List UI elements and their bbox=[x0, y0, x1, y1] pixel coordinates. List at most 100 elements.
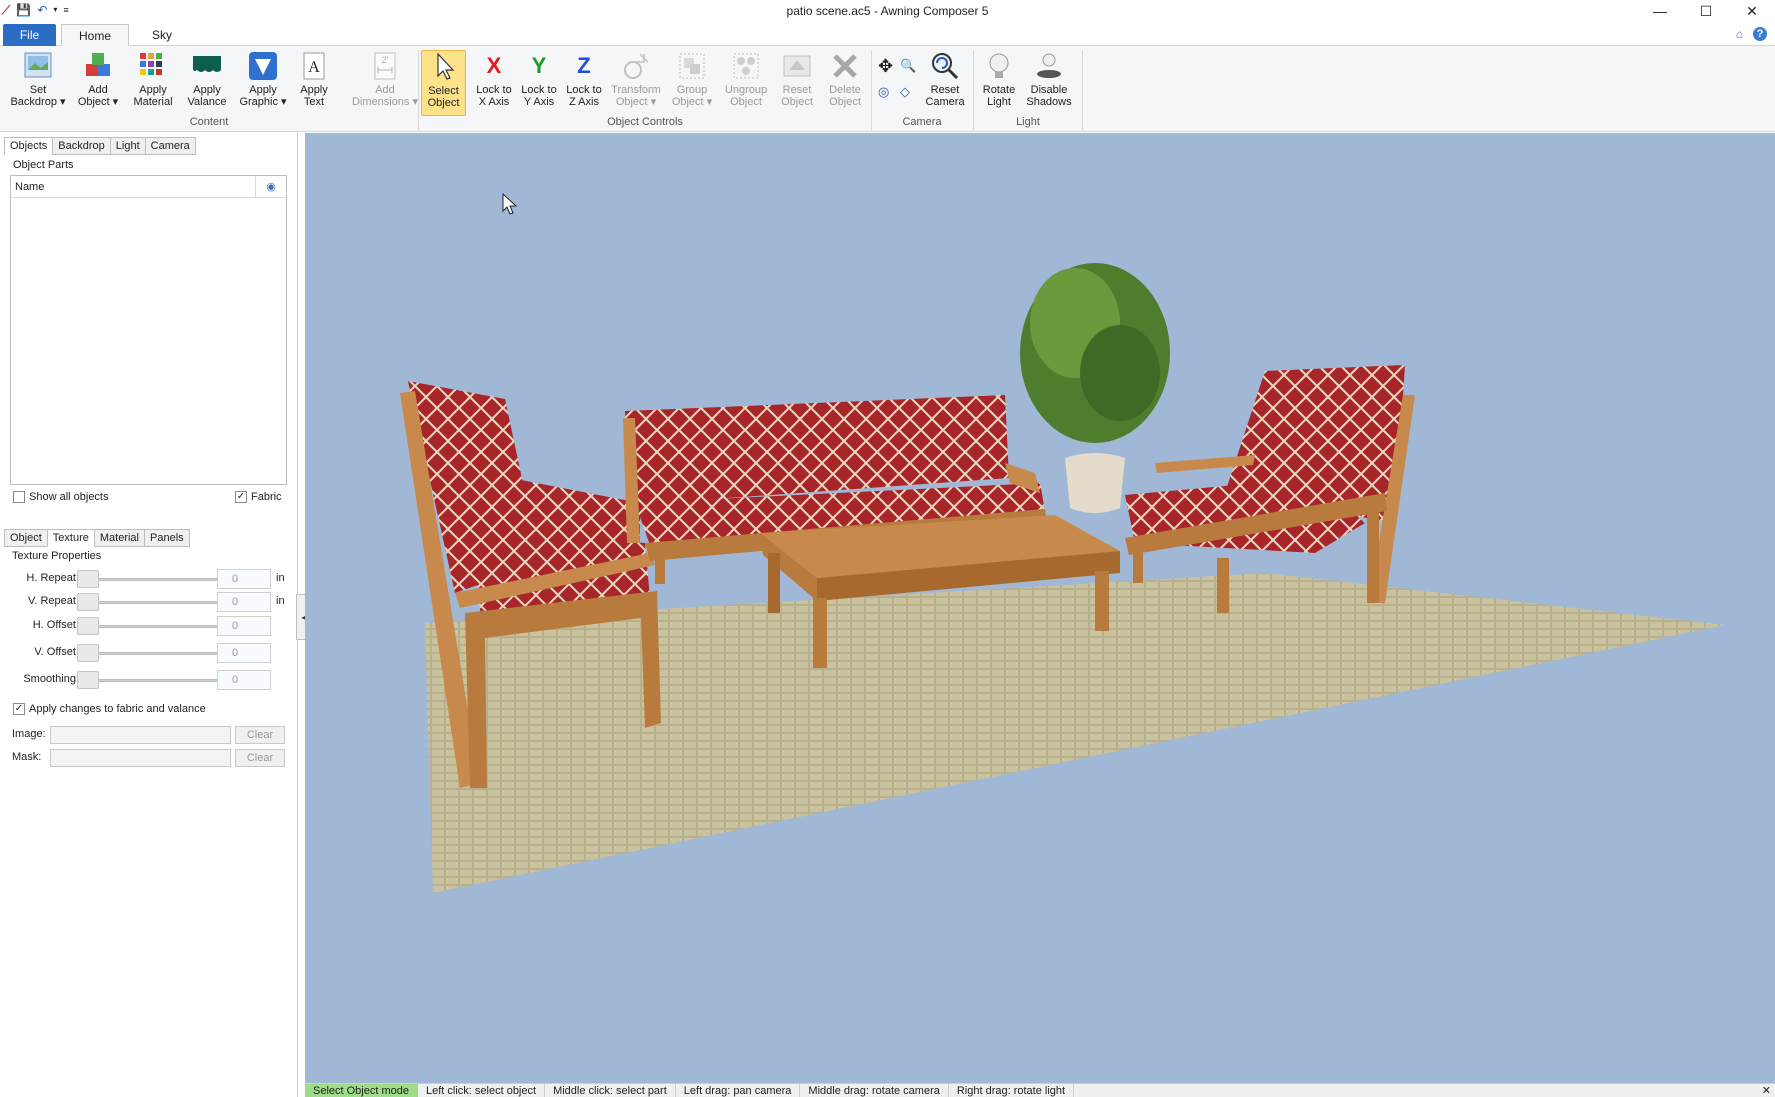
status-hint: Left click: select object bbox=[418, 1084, 546, 1097]
status-hint: Right drag: rotate light bbox=[949, 1084, 1075, 1097]
group-label-object-controls: Object Controls bbox=[607, 116, 683, 128]
apply-graphic-button[interactable]: Apply Graphic ▾ bbox=[238, 50, 288, 116]
status-hint: Left drag: pan camera bbox=[676, 1084, 801, 1097]
tab-objects[interactable]: Objects bbox=[4, 137, 54, 155]
column-header-name[interactable]: Name bbox=[11, 176, 256, 197]
add-object-button[interactable]: Add Object ▾ bbox=[74, 50, 122, 116]
slider-thumb[interactable] bbox=[77, 617, 99, 635]
slider-track[interactable] bbox=[88, 601, 223, 604]
ribbon: Set Backdrop ▾ Add Object ▾ Apply Material … bbox=[0, 46, 1775, 132]
slider-thumb[interactable] bbox=[77, 671, 99, 689]
material-swatches-icon bbox=[140, 53, 162, 75]
3d-viewport[interactable] bbox=[305, 133, 1775, 1083]
tab-light[interactable]: Light bbox=[109, 137, 146, 155]
smoothing-slider-row: Smoothing: 0 bbox=[10, 670, 290, 690]
h-offset-slider-row: H. Offset: 0 bbox=[10, 616, 290, 636]
view-icon[interactable]: ◇ bbox=[900, 84, 910, 100]
slider-thumb[interactable] bbox=[77, 593, 99, 611]
lock-y-axis-button[interactable]: Y Lock to Y Axis bbox=[516, 50, 562, 116]
window-title: patio scene.ac5 - Awning Composer 5 bbox=[786, 4, 989, 18]
tab-object[interactable]: Object bbox=[4, 529, 48, 547]
ungroup-object-button[interactable]: Ungroup Object bbox=[719, 50, 773, 116]
help-icon[interactable]: ? bbox=[1753, 27, 1767, 41]
fabric-checkbox[interactable]: ✓ Fabric bbox=[235, 491, 282, 503]
tab-backdrop[interactable]: Backdrop bbox=[52, 137, 111, 155]
lock-z-axis-button[interactable]: Z Lock to Z Axis bbox=[561, 50, 607, 116]
apply-changes-checkbox[interactable]: ✓ Apply changes to fabric and valance bbox=[13, 703, 206, 715]
scene-render[interactable] bbox=[305, 133, 1775, 1083]
valance-icon bbox=[193, 56, 221, 72]
add-dimensions-button[interactable]: 2' Add Dimensions ▾ bbox=[350, 50, 420, 116]
lock-x-axis-button[interactable]: X Lock to X Axis bbox=[471, 50, 517, 116]
status-mode: Select Object mode bbox=[305, 1084, 418, 1097]
close-button[interactable]: ✕ bbox=[1729, 0, 1775, 22]
slider-track[interactable] bbox=[88, 679, 223, 682]
disable-shadows-button[interactable]: Disable Shadows bbox=[1023, 50, 1075, 116]
mouse-cursor-icon bbox=[502, 192, 518, 215]
shadow-icon bbox=[1037, 53, 1061, 78]
visibility-eye-icon[interactable]: ◉ bbox=[256, 176, 286, 197]
slider-track[interactable] bbox=[88, 652, 223, 655]
delete-object-button[interactable]: Delete Object bbox=[821, 50, 869, 116]
pan-icon[interactable]: ✥ bbox=[878, 56, 893, 77]
smoothing-value[interactable]: 0 bbox=[217, 670, 271, 690]
group-object-button[interactable]: Group Object ▾ bbox=[666, 50, 718, 116]
mask-input[interactable] bbox=[50, 749, 231, 767]
apply-text-button[interactable]: A Apply Text bbox=[294, 50, 334, 116]
h-repeat-value[interactable]: 0 bbox=[217, 569, 271, 589]
reset-camera-button[interactable]: Reset Camera bbox=[921, 50, 969, 116]
slider-track[interactable] bbox=[88, 625, 223, 628]
group-separator bbox=[418, 50, 419, 130]
checkbox-box-checked: ✓ bbox=[235, 491, 247, 503]
slider-thumb[interactable] bbox=[77, 644, 99, 662]
checkbox-box-checked: ✓ bbox=[13, 703, 25, 715]
h-offset-value[interactable]: 0 bbox=[217, 616, 271, 636]
apply-valance-button[interactable]: Apply Valance bbox=[184, 50, 230, 116]
maximize-button[interactable]: ☐ bbox=[1683, 0, 1729, 22]
transform-object-button[interactable]: Transform Object ▾ bbox=[606, 50, 666, 116]
tab-camera[interactable]: Camera bbox=[144, 137, 196, 155]
slider-thumb[interactable] bbox=[77, 570, 99, 588]
title-bar: ⟋ 💾 ↶ ▾ ≡ patio scene.ac5 - Awning Compo… bbox=[0, 0, 1775, 22]
tab-file[interactable]: File bbox=[3, 24, 56, 46]
transform-icon bbox=[624, 53, 649, 79]
paver-ground[interactable] bbox=[425, 573, 1725, 893]
image-input[interactable] bbox=[50, 726, 231, 744]
select-object-button[interactable]: Select Object bbox=[421, 50, 466, 116]
status-close-icon[interactable]: ✕ bbox=[1762, 1084, 1771, 1097]
tab-material[interactable]: Material bbox=[93, 529, 145, 547]
list-header: Name ◉ bbox=[11, 176, 286, 198]
potted-plant[interactable] bbox=[1020, 263, 1170, 513]
h-repeat-slider-row: H. Repeat: 0 in bbox=[10, 569, 290, 589]
show-all-objects-checkbox[interactable]: Show all objects bbox=[13, 491, 109, 503]
tab-sky[interactable]: Sky bbox=[146, 24, 178, 46]
v-repeat-value[interactable]: 0 bbox=[217, 592, 271, 612]
svg-text:2': 2' bbox=[382, 55, 389, 65]
tab-texture[interactable]: Texture bbox=[46, 529, 95, 547]
slider-track[interactable] bbox=[88, 578, 223, 581]
object-parts-list[interactable]: Name ◉ bbox=[10, 175, 287, 485]
tab-panels[interactable]: Panels bbox=[144, 529, 190, 547]
z-axis-icon: Z bbox=[577, 53, 591, 78]
mask-clear-button[interactable]: Clear bbox=[235, 749, 285, 767]
v-offset-value[interactable]: 0 bbox=[217, 643, 271, 663]
collapse-ribbon-icon[interactable]: ⌂ bbox=[1736, 27, 1743, 41]
tab-home[interactable]: Home bbox=[61, 24, 129, 46]
minimize-button[interactable]: — bbox=[1637, 0, 1683, 22]
status-hint: Middle drag: rotate camera bbox=[800, 1084, 949, 1097]
reset-object-button[interactable]: Reset Object bbox=[773, 50, 821, 116]
orbit-icon[interactable]: ◎ bbox=[878, 84, 889, 100]
image-row: Image: Clear bbox=[10, 726, 290, 744]
x-axis-icon: X bbox=[486, 53, 502, 78]
add-object-icon bbox=[86, 53, 110, 76]
image-clear-button[interactable]: Clear bbox=[235, 726, 285, 744]
text-icon: A bbox=[303, 52, 325, 80]
v-offset-slider-row: V. Offset: 0 bbox=[10, 643, 290, 663]
rotate-light-button[interactable]: Rotate Light bbox=[978, 50, 1020, 116]
apply-material-button[interactable]: Apply Material bbox=[128, 50, 178, 116]
zoom-icon[interactable]: 🔍 bbox=[900, 58, 916, 74]
set-backdrop-button[interactable]: Set Backdrop ▾ bbox=[6, 50, 70, 116]
group-icon bbox=[679, 53, 705, 79]
status-hint: Middle click: select part bbox=[545, 1084, 676, 1097]
camera-small-tools: ✥ 🔍 ◎ ◇ bbox=[878, 56, 922, 106]
